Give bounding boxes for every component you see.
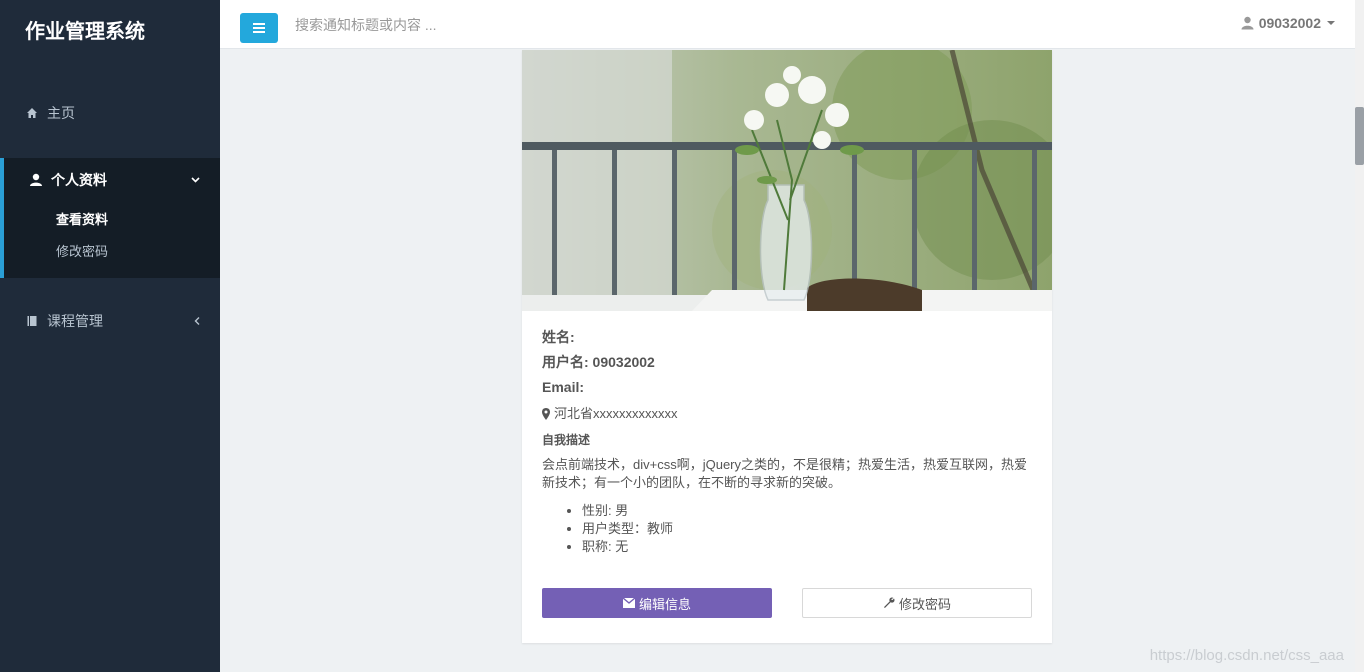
chevron-down-icon xyxy=(191,177,200,183)
sidebar-subitem-view-profile[interactable]: 查看资料 xyxy=(4,202,220,234)
change-password-button[interactable]: 修改密码 xyxy=(802,588,1032,618)
user-menu[interactable]: 09032002 xyxy=(1241,15,1335,31)
username-field: 用户名: 09032002 xyxy=(542,354,655,370)
page-scrollbar[interactable] xyxy=(1355,0,1364,672)
envelope-icon xyxy=(622,598,635,608)
edit-info-label: 编辑信息 xyxy=(638,596,691,612)
profile-details: 姓名: 用户名: 09032002 Email: 河北省xxxxxxxxxxxx… xyxy=(522,311,1052,556)
edit-info-button[interactable]: 编辑信息 xyxy=(542,588,772,618)
map-marker-icon xyxy=(542,408,550,420)
sidebar-subitem-change-password[interactable]: 修改密码 xyxy=(4,234,220,266)
location-row: 河北省xxxxxxxxxxxxx xyxy=(542,400,1032,428)
top-header: 09032002 xyxy=(220,0,1355,49)
sidebar-item-profile[interactable]: 个人资料 xyxy=(4,158,220,202)
sidebar: 作业管理系统 主页 个人资料 查看资料 修改密码 课程管理 xyxy=(0,0,220,672)
menu-icon xyxy=(253,23,265,33)
user-icon xyxy=(1241,16,1254,30)
home-icon xyxy=(25,106,39,120)
user-icon xyxy=(29,173,43,187)
book-icon xyxy=(25,314,39,328)
search-input[interactable] xyxy=(295,15,595,35)
profile-info-list: 性别: 男 用户类型：教师 职称: 无 xyxy=(582,502,1032,556)
sidebar-item-home[interactable]: 主页 xyxy=(0,96,220,130)
profile-actions: 编辑信息 修改密码 xyxy=(542,588,1032,618)
sidebar-group-profile: 个人资料 查看资料 修改密码 xyxy=(0,158,220,278)
profile-cover-image xyxy=(522,50,1052,311)
bio-text: 会点前端技术，div+css啊，jQuery之类的，不是很精；热爱生活，热爱互联… xyxy=(542,457,1027,490)
email-field: Email: xyxy=(542,379,585,395)
wrench-icon xyxy=(883,597,895,609)
app-title: 作业管理系统 xyxy=(25,19,145,43)
sidebar-item-label: 课程管理 xyxy=(47,313,103,329)
location-text: 河北省xxxxxxxxxxxxx xyxy=(554,406,678,421)
sidebar-toggle-button[interactable] xyxy=(240,13,278,43)
sidebar-nav: 主页 个人资料 查看资料 修改密码 课程管理 xyxy=(0,96,220,338)
chevron-left-icon xyxy=(194,317,200,326)
caret-down-icon xyxy=(1327,21,1335,25)
name-field: 姓名: xyxy=(542,329,575,345)
watermark: https://blog.csdn.net/css_aaa xyxy=(1149,647,1344,664)
username-label: 09032002 xyxy=(1258,15,1321,31)
list-item: 职称: 无 xyxy=(582,538,1032,556)
bio-heading: 自我描述 xyxy=(542,433,591,447)
change-password-label: 修改密码 xyxy=(898,596,951,612)
sidebar-item-label: 个人资料 xyxy=(51,172,107,188)
list-item: 性别: 男 xyxy=(582,502,1032,520)
profile-card: 姓名: 用户名: 09032002 Email: 河北省xxxxxxxxxxxx… xyxy=(522,50,1052,643)
sidebar-item-courses[interactable]: 课程管理 xyxy=(0,304,220,338)
scrollbar-thumb[interactable] xyxy=(1355,107,1364,165)
sidebar-item-label: 主页 xyxy=(47,105,75,121)
list-item: 用户类型：教师 xyxy=(582,520,1032,538)
